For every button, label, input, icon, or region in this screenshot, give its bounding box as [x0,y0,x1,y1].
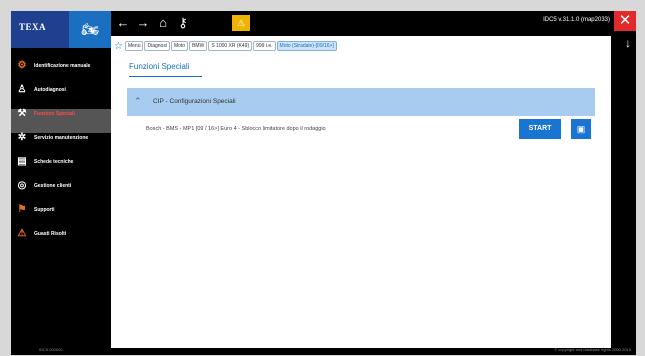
service-icon: ✲ [17,132,27,143]
home-icon[interactable]: ⌂ [155,15,171,31]
breadcrumb-item[interactable]: 999 i.e. [253,41,276,51]
sidebar-item-servizio[interactable]: ✲ Servizio manutenzione [11,133,111,157]
breadcrumb: ☆ Menù Diagnosi Moto BMW S 1000 XR (K49)… [111,36,611,56]
collapse-icon[interactable]: ⌃ [134,96,142,107]
title-underline [129,76,202,77]
gear-icon: ⚙ [17,60,27,71]
version-label: IDC5 v.31.1.0 (map2033) [543,17,610,23]
breadcrumb-item[interactable]: Moto [170,41,189,51]
breadcrumb-item-current[interactable]: Moto (Stradale)-[09/16>] [276,41,337,51]
sidebar-item-schede[interactable]: ▤ Schede tecniche [11,157,111,181]
key-icon[interactable]: ⚷ [175,15,191,31]
sidebar-item-identificazione[interactable]: ⚙ Identificazione manuale [11,61,111,85]
info-icon[interactable]: ▣ [571,119,591,139]
sidebar-item-guasti-risolti[interactable]: ⚠ Guasti Risolti [11,229,111,253]
app-window: TEXA 🏍 ← → ⌂ ⚷ ⚠ IDC5 v.31.1.0 (map2033)… [11,11,636,355]
start-button[interactable]: START [519,119,561,139]
support-icon: ⚑ [17,204,27,215]
customer-icon: ◎ [17,180,27,191]
warning-icon[interactable]: ⚠ [232,15,250,31]
forward-arrow-icon[interactable]: → [135,15,151,31]
person-icon: ♙ [17,84,27,95]
footer-right: © copyright and database rights 2000-201… [554,347,631,352]
breadcrumb-item[interactable]: S 1000 XR (K49) [208,41,253,51]
cip-section-header[interactable]: ⌃ CIP - Configurazioni Speciali [127,88,595,116]
function-row-label: Bosch - BMS - MP1 [09 / 16>] Euro 4 - Sb… [146,126,326,132]
breadcrumb-item[interactable]: Menù [124,41,144,51]
special-functions-icon: ⚒ [17,108,27,119]
close-icon[interactable]: ✕ [614,11,636,31]
sidebar-item-autodiagnosi[interactable]: ♙ Autodiagnosi [11,85,111,109]
breadcrumb-item[interactable]: BMW [189,41,208,51]
texa-logo: TEXA [11,11,69,48]
sidebar-item-gestione-clienti[interactable]: ◎ Gestione clienti [11,181,111,205]
sidebar-item-supporti[interactable]: ⚑ Supporti [11,205,111,229]
page-title: Funzioni Speciali [129,62,190,71]
tech-sheet-icon: ▤ [17,156,27,167]
breadcrumb-item[interactable]: Diagnosi [144,41,170,51]
download-arrow-icon[interactable]: ↓ [625,37,631,49]
back-arrow-icon[interactable]: ← [115,15,131,31]
motorcycle-icon: 🏍 [81,21,99,37]
footer-left: IDC5 000000 [39,347,63,352]
sidebar: ⚙ Identificazione manuale ♙ Autodiagnosi… [11,61,111,253]
sidebar-item-funzioni-speciali[interactable]: ⚒ Funzioni Speciali [11,109,111,133]
main-panel: Funzioni Speciali ⌃ CIP - Configurazioni… [111,56,611,348]
motorcycle-mode-button[interactable]: 🏍 [69,11,111,48]
solved-faults-icon: ⚠ [17,228,27,239]
breadcrumb-home-icon[interactable]: ☆ [114,41,123,52]
